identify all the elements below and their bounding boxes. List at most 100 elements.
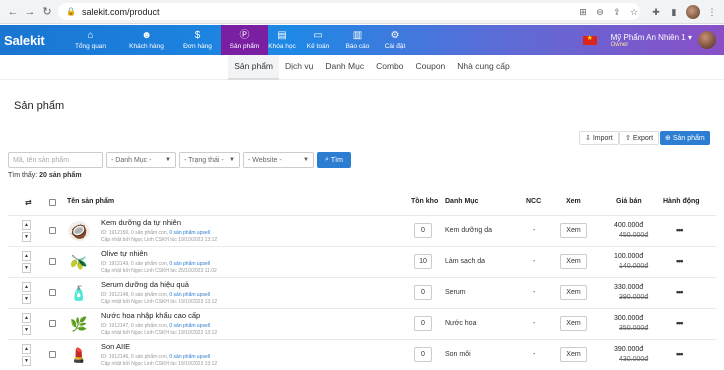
app-logo[interactable]: Salekit (0, 33, 62, 48)
product-supplier: - (533, 289, 536, 296)
menu-item-products[interactable]: Ⓟ Sản phẩm (221, 25, 268, 55)
website-select[interactable]: - Website - ▼ (243, 152, 314, 168)
tab-services[interactable]: Dịch vụ (279, 55, 319, 80)
stock-input[interactable]: 0 (414, 347, 432, 362)
search-input[interactable]: Mã, tên sản phẩm (8, 152, 103, 168)
table-row: ▲ ▼ 🫒 Olive tự nhiên ID: 1912149, 0 sản p… (8, 246, 716, 277)
sale-price: 400.000đ (614, 222, 644, 229)
menu-item-reports[interactable]: ▥ Báo cáo (340, 25, 375, 55)
tab-products[interactable]: Sản phẩm (228, 54, 279, 80)
bookmark-star-icon[interactable]: ☆ (628, 6, 640, 18)
menu-item-overview[interactable]: ⌂ Tổng quan (62, 25, 119, 55)
menu-item-orders[interactable]: $ Đơn hàng (174, 25, 221, 55)
back-icon[interactable]: ← (6, 5, 20, 19)
tab-combo[interactable]: Combo (370, 55, 409, 80)
product-updated: Cập nhật bởi Ngọc Linh CSKH lúc 19/10/20… (101, 299, 218, 305)
menu-item-courses[interactable]: ▤ Khóa học (268, 25, 296, 55)
move-down-button[interactable]: ▼ (22, 294, 31, 304)
row-checkbox[interactable] (49, 227, 56, 234)
status-select[interactable]: - Trạng thái - ▼ (179, 152, 240, 168)
zoom-icon[interactable]: ⊖ (594, 6, 606, 18)
product-name[interactable]: Son AIIE (101, 342, 130, 351)
move-down-button[interactable]: ▼ (22, 232, 31, 242)
product-updated: Cập nhật bởi Ngọc Linh CSKH lúc 19/10/20… (101, 330, 218, 336)
address-bar[interactable]: 🔒 salekit.com/product (58, 3, 640, 20)
table-row: ▲ ▼ 💄 Son AIIE ID: 1912146, 0 sản phẩm co… (8, 339, 716, 370)
move-down-button[interactable]: ▼ (22, 263, 31, 273)
row-checkbox[interactable] (49, 351, 56, 358)
sort-refresh-icon[interactable]: ⇄ (25, 198, 32, 207)
product-thumbnail: 🫒 (70, 253, 88, 270)
category-select[interactable]: - Danh Mục - ▼ (106, 152, 176, 168)
product-name[interactable]: Serum dưỡng da hiệu quả (101, 280, 189, 289)
product-meta: ID: 1912146, 0 sản phẩm con, 0 sản phẩm … (101, 354, 210, 360)
more-actions-icon[interactable]: ••• (676, 287, 684, 297)
move-down-button[interactable]: ▼ (22, 356, 31, 366)
menu-item-accounting[interactable]: ▭ Kế toán (296, 25, 340, 55)
search-button[interactable]: ⌕ Tìm (317, 152, 351, 168)
import-button[interactable]: ⇩ Import (579, 131, 619, 145)
forward-icon[interactable]: → (23, 5, 37, 19)
stock-input[interactable]: 0 (414, 285, 432, 300)
translate-icon[interactable]: ⊞ (577, 6, 589, 18)
sale-price: 330.000đ (614, 284, 644, 291)
view-button[interactable]: Xem (560, 316, 587, 331)
row-checkbox[interactable] (49, 289, 56, 296)
product-meta: ID: 1912147, 0 sản phẩm con, 0 sản phẩm … (101, 323, 210, 329)
vietnam-flag-icon[interactable] (582, 34, 597, 45)
product-name[interactable]: Kem dưỡng da tự nhiên (101, 218, 181, 227)
store-switcher[interactable]: Mỹ Phẩm An Nhiên 1 ▾ Owner (582, 25, 716, 55)
view-button[interactable]: Xem (560, 285, 587, 300)
move-up-button[interactable]: ▲ (22, 251, 31, 261)
extensions-icon[interactable]: ✚ (650, 6, 662, 18)
original-price: 390.000đ (619, 294, 649, 301)
view-button[interactable]: Xem (560, 223, 587, 238)
product-supplier: - (533, 258, 536, 265)
tab-suppliers[interactable]: Nhà cung cấp (451, 55, 515, 80)
more-actions-icon[interactable]: ••• (676, 225, 684, 235)
more-menu-icon[interactable]: ⋮ (706, 6, 718, 18)
view-button[interactable]: Xem (560, 347, 587, 362)
user-avatar[interactable] (698, 31, 716, 49)
more-actions-icon[interactable]: ••• (676, 349, 684, 359)
add-product-button[interactable]: ⊕ Sản phẩm (660, 131, 710, 145)
move-up-button[interactable]: ▲ (22, 220, 31, 230)
sidebar-icon[interactable]: ▮ (668, 6, 680, 18)
menu-item-settings[interactable]: ⚙ Cài đặt (375, 25, 415, 55)
row-checkbox[interactable] (49, 320, 56, 327)
product-name[interactable]: Nước hoa nhập khẩu cao cấp (101, 311, 200, 320)
tab-categories[interactable]: Danh Mục (319, 55, 370, 80)
stock-input[interactable]: 10 (414, 254, 432, 269)
export-button[interactable]: ⇧ Export (619, 131, 660, 145)
view-button[interactable]: Xem (560, 254, 587, 269)
browser-toolbar: ← → ↻ 🔒 salekit.com/product ⊞ ⊖ ⇪ ☆ ✚ ▮ … (0, 0, 724, 24)
stock-input[interactable]: 0 (414, 316, 432, 331)
row-checkbox[interactable] (49, 258, 56, 265)
dollar-icon: $ (194, 29, 201, 41)
product-category: Son môi (445, 351, 471, 358)
profile-avatar[interactable] (686, 5, 700, 19)
chart-icon: ▥ (352, 29, 363, 41)
more-actions-icon[interactable]: ••• (676, 256, 684, 266)
move-down-button[interactable]: ▼ (22, 325, 31, 335)
share-icon[interactable]: ⇪ (611, 6, 623, 18)
move-up-button[interactable]: ▲ (22, 313, 31, 323)
table-row: ▲ ▼ 🌿 Nước hoa nhập khẩu cao cấp ID: 1912… (8, 308, 716, 339)
more-actions-icon[interactable]: ••• (676, 318, 684, 328)
move-up-button[interactable]: ▲ (22, 344, 31, 354)
page-title: Sản phẩm (14, 100, 65, 112)
menu-item-customers[interactable]: ☻ Khách hàng (119, 25, 174, 55)
card-icon: ▭ (313, 29, 323, 41)
original-price: 140.000đ (619, 263, 649, 270)
reload-icon[interactable]: ↻ (40, 5, 54, 19)
chevron-down-icon: ▼ (165, 157, 171, 163)
select-all-checkbox[interactable] (49, 199, 56, 206)
original-price: 450.000đ (619, 232, 649, 239)
product-name[interactable]: Olive tự nhiên (101, 249, 148, 258)
tab-coupon[interactable]: Coupon (410, 55, 452, 80)
stock-input[interactable]: 0 (414, 223, 432, 238)
lock-icon: 🔒 (66, 7, 76, 16)
plus-icon: ⊕ (665, 135, 673, 142)
move-up-button[interactable]: ▲ (22, 282, 31, 292)
product-updated: Cập nhật bởi Ngọc Linh CSKH lúc 25/10/20… (101, 268, 217, 274)
